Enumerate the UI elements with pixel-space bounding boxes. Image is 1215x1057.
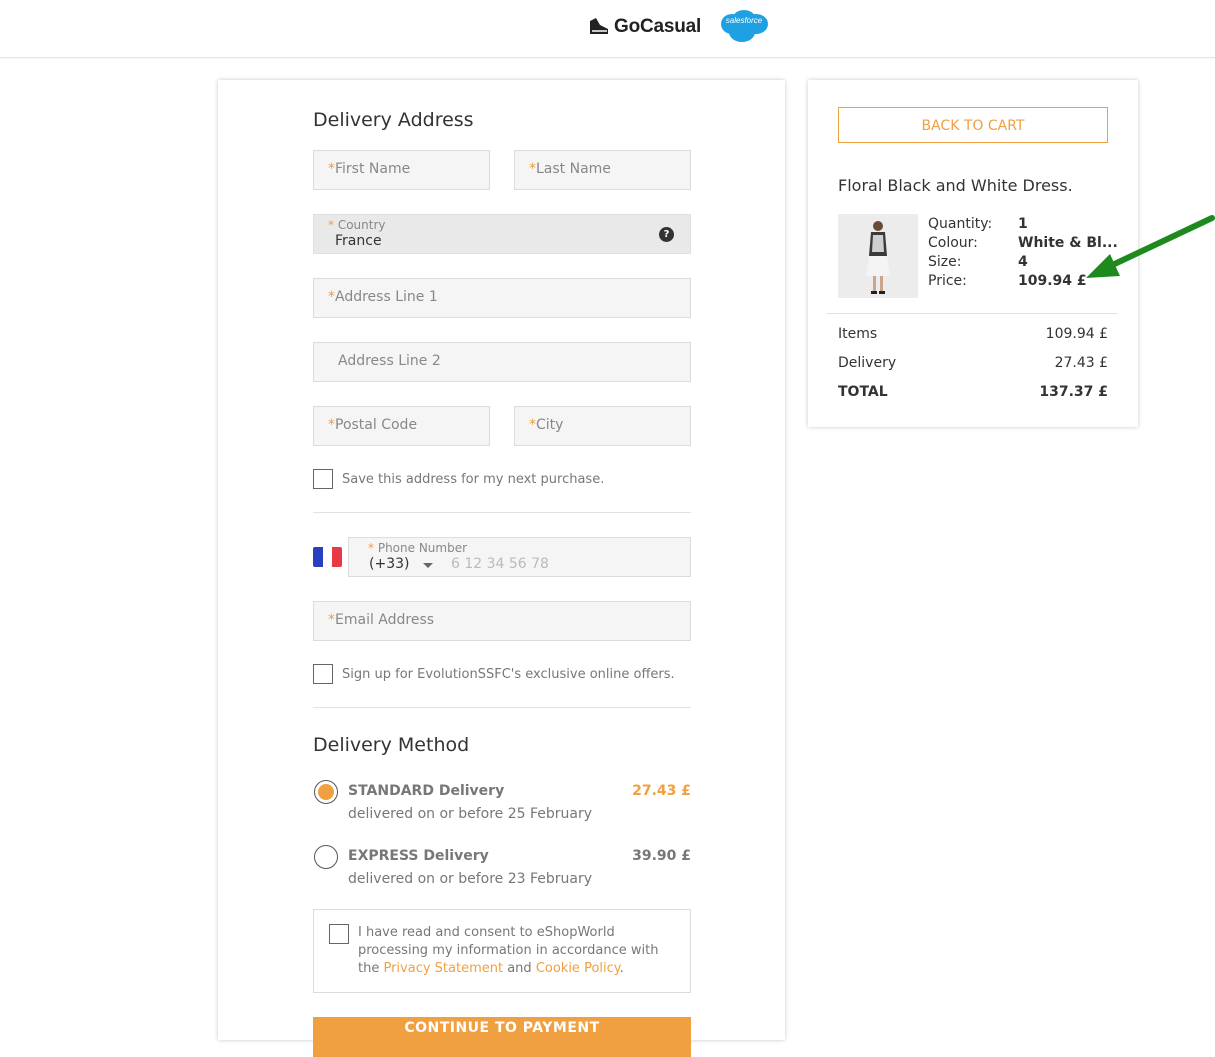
salesforce-logo-text: salesforce bbox=[725, 16, 763, 25]
phone-placeholder: 6 12 34 56 78 bbox=[451, 556, 549, 572]
address-line1-placeholder: Address Line 1 bbox=[335, 289, 438, 305]
address-line2-placeholder: Address Line 2 bbox=[338, 353, 441, 369]
total-label: TOTAL bbox=[838, 384, 888, 400]
first-name-field[interactable]: *First Name bbox=[313, 150, 490, 190]
express-delivery-price: 39.90 £ bbox=[632, 848, 691, 864]
product-name: Floral Black and White Dress. bbox=[838, 176, 1073, 195]
country-select[interactable]: * Country France ? bbox=[313, 214, 691, 254]
last-name-placeholder: Last Name bbox=[536, 161, 611, 177]
address-line2-field[interactable]: Address Line 2 bbox=[313, 342, 691, 382]
first-name-placeholder: First Name bbox=[335, 161, 411, 177]
email-field[interactable]: *Email Address bbox=[313, 601, 691, 641]
phone-number-label: Phone Number bbox=[377, 541, 468, 555]
divider bbox=[313, 707, 691, 708]
postal-code-placeholder: Postal Code bbox=[335, 417, 418, 433]
help-icon[interactable]: ? bbox=[659, 227, 674, 242]
consent-box: I have read and consent to eShopWorld pr… bbox=[313, 909, 691, 993]
price-label: Price: bbox=[928, 273, 967, 289]
top-header: GoCasual salesforce bbox=[0, 0, 1215, 58]
save-address-label: Save this address for my next purchase. bbox=[342, 472, 605, 487]
phone-prefix-select[interactable]: (+33) bbox=[369, 556, 409, 572]
brand-logo[interactable]: GoCasual bbox=[588, 14, 701, 40]
email-placeholder: Email Address bbox=[335, 612, 435, 628]
divider bbox=[826, 313, 1118, 314]
express-delivery-date: delivered on or before 23 February bbox=[348, 871, 593, 887]
delivery-method-title: Delivery Method bbox=[313, 734, 470, 756]
standard-delivery-radio[interactable] bbox=[314, 780, 338, 804]
size-label: Size: bbox=[928, 254, 962, 270]
salesforce-logo-icon bbox=[721, 10, 768, 42]
express-delivery-name: EXPRESS Delivery bbox=[348, 848, 489, 864]
delivery-address-title: Delivery Address bbox=[313, 109, 474, 131]
brand-name: GoCasual bbox=[614, 16, 702, 37]
delivery-label: Delivery bbox=[838, 355, 897, 371]
consent-text: I have read and consent to eShopWorld pr… bbox=[358, 925, 659, 976]
postal-code-field[interactable]: *Postal Code bbox=[313, 406, 490, 446]
continue-to-payment-button[interactable]: CONTINUE TO PAYMENT bbox=[313, 1017, 691, 1057]
price-value: 109.94 £ bbox=[1018, 273, 1087, 289]
quantity-value: 1 bbox=[1018, 216, 1028, 232]
chevron-down-icon[interactable] bbox=[423, 563, 433, 568]
standard-delivery-name: STANDARD Delivery bbox=[348, 783, 505, 799]
annotation-arrow-icon bbox=[1086, 215, 1215, 278]
standard-delivery-price: 27.43 £ bbox=[632, 783, 691, 799]
city-placeholder: City bbox=[536, 417, 564, 433]
items-label: Items bbox=[838, 326, 878, 342]
privacy-statement-link[interactable]: Privacy Statement bbox=[383, 961, 503, 976]
delivery-value: 27.43 £ bbox=[1054, 355, 1108, 371]
france-flag-icon[interactable] bbox=[313, 547, 342, 567]
sneaker-icon bbox=[590, 18, 608, 34]
country-label: Country bbox=[337, 218, 386, 232]
items-value: 109.94 £ bbox=[1045, 326, 1108, 342]
consent-checkbox[interactable] bbox=[329, 924, 349, 944]
address-line1-field[interactable]: *Address Line 1 bbox=[313, 278, 691, 318]
signup-offers-checkbox[interactable] bbox=[313, 664, 333, 684]
country-value: France bbox=[335, 233, 382, 249]
cookie-policy-link[interactable]: Cookie Policy bbox=[536, 961, 620, 976]
city-field[interactable]: *City bbox=[514, 406, 691, 446]
size-value: 4 bbox=[1018, 254, 1028, 270]
express-delivery-radio[interactable] bbox=[314, 845, 338, 869]
save-address-checkbox[interactable] bbox=[313, 469, 333, 489]
product-image bbox=[838, 214, 918, 298]
colour-label: Colour: bbox=[928, 235, 978, 251]
divider bbox=[313, 512, 691, 513]
signup-offers-label: Sign up for EvolutionSSFC's exclusive on… bbox=[342, 667, 675, 682]
total-value: 137.37 £ bbox=[1039, 384, 1108, 400]
phone-number-field[interactable]: * Phone Number (+33) 6 12 34 56 78 bbox=[348, 537, 691, 577]
last-name-field[interactable]: *Last Name bbox=[514, 150, 691, 190]
quantity-label: Quantity: bbox=[928, 216, 993, 232]
standard-delivery-date: delivered on or before 25 February bbox=[348, 806, 593, 822]
back-to-cart-button[interactable]: BACK TO CART bbox=[838, 107, 1108, 143]
